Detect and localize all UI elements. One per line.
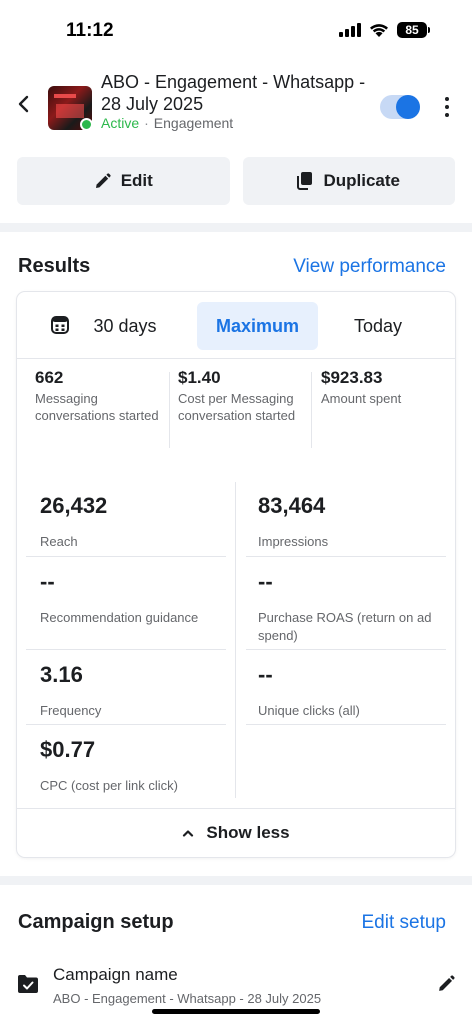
section-divider: [0, 223, 472, 232]
metric-label: Unique clicks (all): [258, 703, 360, 718]
metric-conversations: 662 Messaging conversations started: [35, 368, 167, 424]
metric-label: Impressions: [258, 534, 329, 549]
divider: [246, 556, 446, 557]
status-badge: Active: [101, 115, 140, 131]
pencil-icon: [95, 172, 111, 188]
results-title: Results: [18, 255, 91, 277]
metric-value: --: [40, 569, 55, 594]
status-time: 11:12: [66, 20, 114, 41]
battery-icon: 85: [397, 22, 427, 38]
wifi-icon: [370, 23, 388, 37]
divider: [246, 649, 446, 650]
metric-value: --: [258, 569, 273, 594]
metric-value: 662: [35, 368, 64, 387]
range-today[interactable]: Today: [335, 302, 421, 350]
calendar-icon[interactable]: [51, 316, 69, 334]
metric-unique-clicks: -- Unique clicks (all): [258, 662, 456, 720]
range-30-days[interactable]: 30 days: [75, 302, 175, 350]
section-divider: [0, 876, 472, 885]
metric-recommendation-guidance: -- Recommendation guidance: [40, 569, 238, 627]
divider: [246, 724, 446, 725]
metric-amount-spent: $923.83 Amount spent: [321, 368, 441, 407]
duplicate-label: Duplicate: [323, 171, 401, 190]
folder-check-icon: [18, 975, 38, 993]
results-header: Results View performance: [18, 255, 446, 278]
results-card: 30 days Maximum Today 662 Messaging conv…: [17, 292, 455, 857]
metric-label: Purchase ROAS (return on ad spend): [258, 610, 432, 643]
campaign-title: ABO - Engagement - Whatsapp - 28 July 20…: [101, 72, 366, 114]
date-range-selector: 30 days Maximum Today: [17, 302, 455, 350]
metric-cost-per-conversation: $1.40 Cost per Messaging conversation st…: [178, 368, 313, 424]
metric-frequency: 3.16 Frequency: [40, 662, 238, 720]
metric-purchase-roas: -- Purchase ROAS (return on ad spend): [258, 569, 438, 645]
more-vertical-icon: [445, 97, 449, 101]
status-bar: 11:12 85: [0, 0, 472, 60]
metric-cpc: $0.77 CPC (cost per link click): [40, 737, 238, 795]
divider: [17, 358, 455, 359]
metric-label: Reach: [40, 534, 78, 549]
top-metrics: 662 Messaging conversations started $1.4…: [17, 368, 455, 448]
campaign-setup-title: Campaign setup: [18, 911, 174, 933]
status-icons: 85: [339, 22, 430, 38]
metric-value: 3.16: [40, 662, 83, 687]
metric-label: Cost per Messaging conversation started: [178, 391, 296, 423]
active-status-dot: [80, 118, 93, 131]
metric-label: Recommendation guidance: [40, 610, 199, 625]
view-performance-link[interactable]: View performance: [293, 256, 446, 278]
metric-value: $0.77: [40, 737, 96, 762]
metric-value: $923.83: [321, 368, 383, 387]
campaign-status-line: Active · Engagement: [101, 115, 233, 131]
chevron-up-icon: [183, 830, 194, 837]
campaign-name-value: ABO - Engagement - Whatsapp - 28 July 20…: [53, 991, 322, 1006]
metric-label: CPC (cost per link click): [40, 778, 178, 793]
status-separator: ·: [144, 115, 149, 131]
campaign-name-label: Campaign name: [53, 965, 178, 984]
divider: [311, 372, 312, 448]
pencil-icon[interactable]: [437, 975, 455, 993]
campaign-header: ABO - Engagement - Whatsapp - 28 July 20…: [0, 68, 472, 140]
show-less-label: Show less: [206, 823, 290, 842]
campaign-toggle[interactable]: [380, 95, 420, 119]
edit-setup-link[interactable]: Edit setup: [362, 912, 447, 934]
campaign-setup-header: Campaign setup Edit setup: [18, 911, 446, 934]
divider: [26, 556, 226, 557]
metric-value: 83,464: [258, 493, 326, 518]
metric-label: Frequency: [40, 703, 102, 718]
campaign-objective: Engagement: [153, 115, 234, 131]
metric-value: --: [258, 662, 273, 687]
divider: [26, 649, 226, 650]
home-indicator: [152, 1009, 320, 1014]
duplicate-button[interactable]: Duplicate: [242, 157, 455, 205]
more-options-button[interactable]: [440, 96, 454, 118]
copy-icon: [297, 172, 313, 190]
signal-icon: [339, 23, 361, 37]
metric-reach: 26,432 Reach: [40, 493, 238, 551]
edit-label: Edit: [120, 171, 153, 190]
metric-value: $1.40: [178, 368, 221, 387]
toggle-knob: [396, 95, 420, 119]
back-button[interactable]: [14, 94, 34, 114]
metric-label: Amount spent: [321, 391, 402, 406]
metric-impressions: 83,464 Impressions: [258, 493, 456, 551]
divider: [26, 724, 226, 725]
show-less-button[interactable]: Show less: [17, 809, 455, 857]
edit-button[interactable]: Edit: [17, 157, 230, 205]
action-buttons: Edit Duplicate: [17, 157, 455, 205]
metric-label: Messaging conversations started: [35, 391, 159, 423]
metric-value: 26,432: [40, 493, 108, 518]
range-maximum[interactable]: Maximum: [197, 302, 318, 350]
campaign-name-row[interactable]: Campaign name ABO - Engagement - Whatsap…: [0, 960, 472, 1015]
divider: [169, 372, 170, 448]
battery-tip: [428, 27, 430, 33]
